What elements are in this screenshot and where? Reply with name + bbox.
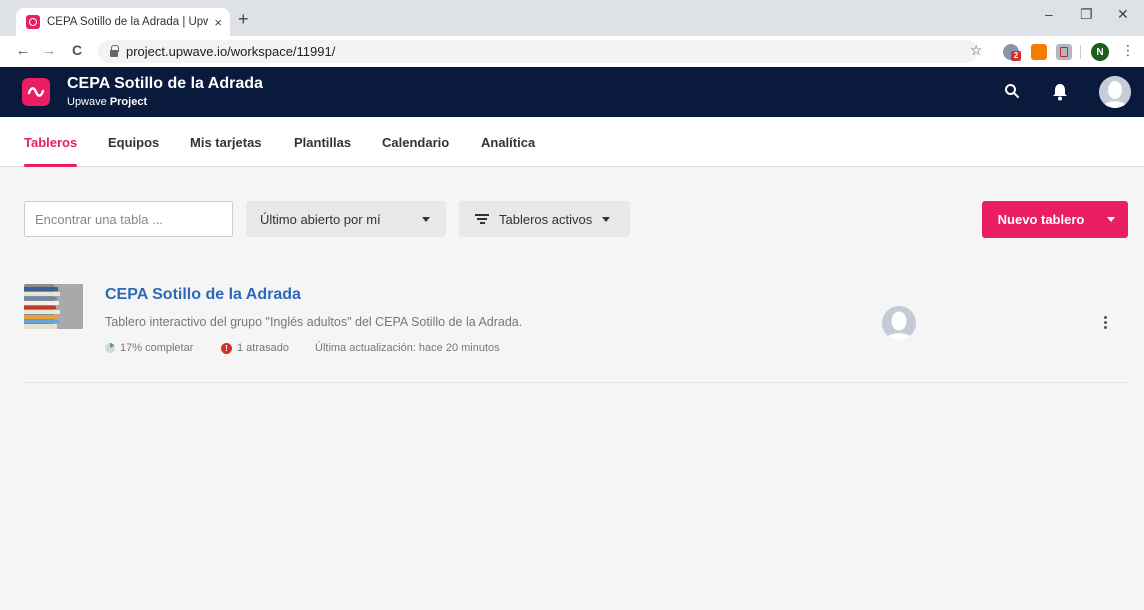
active-tab-indicator (24, 164, 77, 167)
new-tab-button[interactable]: + (238, 9, 249, 29)
sort-select-value: Último abierto por mí (260, 211, 381, 227)
toolbar-divider (1080, 45, 1081, 59)
progress-pie-icon (105, 343, 115, 353)
board-thumbnail[interactable] (24, 284, 83, 329)
tab-tableros[interactable]: Tableros (24, 135, 77, 150)
product-prefix: Upwave (67, 96, 107, 108)
progress-text: 17% completar (120, 342, 194, 354)
board-options-icon[interactable] (1104, 316, 1107, 329)
lock-icon (110, 44, 119, 57)
user-avatar[interactable] (1099, 76, 1131, 108)
board-title[interactable]: CEPA Sotillo de la Adrada (105, 286, 301, 304)
product-name: Upwave Project (67, 96, 147, 108)
filter-select[interactable]: Tableros activos (459, 201, 630, 237)
extension-badge: 2 (1011, 51, 1021, 61)
alert-icon: ! (221, 342, 232, 354)
chevron-down-icon (1107, 217, 1115, 222)
back-button[interactable]: ← (10, 42, 36, 59)
tab-close-icon[interactable]: × (214, 15, 222, 30)
chevron-down-icon (422, 216, 430, 222)
sort-select[interactable]: Último abierto por mí (246, 201, 446, 237)
browser-tab-title: CEPA Sotillo de la Adrada | Upwa (47, 16, 209, 28)
board-updated: Última actualización: hace 20 minutos (315, 342, 500, 354)
new-board-dropdown[interactable] (1094, 201, 1128, 238)
member-avatar[interactable] (882, 306, 916, 340)
browser-menu-icon[interactable]: ⋮ (1121, 42, 1135, 59)
pdf-extension-icon[interactable] (1056, 44, 1072, 60)
filter-select-value: Tableros activos (499, 211, 593, 227)
minimize-button[interactable]: – (1045, 6, 1053, 22)
extension-icon-orange[interactable] (1031, 44, 1047, 60)
board-description: Tablero interactivo del grupo "Inglés ad… (105, 315, 523, 329)
forward-button[interactable]: → (36, 42, 62, 59)
window-close-button[interactable]: ✕ (1117, 6, 1129, 23)
upwave-logo-icon[interactable] (22, 78, 50, 106)
main-nav: Tableros Equipos Mis tarjetas Plantillas… (0, 117, 1144, 167)
tab-calendario[interactable]: Calendario (382, 135, 449, 150)
new-board-label: Nuevo tablero (997, 212, 1085, 227)
filter-icon (475, 214, 489, 224)
restore-button[interactable]: ❐ (1080, 6, 1093, 23)
tab-equipos[interactable]: Equipos (108, 135, 159, 150)
reload-button[interactable]: C (64, 42, 90, 58)
upwave-favicon-icon (26, 15, 40, 29)
board-late-count: ! 1 atrasado (221, 342, 289, 354)
address-bar[interactable]: project.upwave.io/workspace/11991/ (98, 40, 978, 63)
board-progress: 17% completar (105, 342, 193, 354)
bookmark-star-icon[interactable]: ☆ (970, 42, 983, 59)
tab-plantillas[interactable]: Plantillas (294, 135, 351, 150)
search-icon[interactable] (1004, 83, 1020, 104)
chevron-down-icon (602, 216, 611, 222)
late-text: 1 atrasado (237, 342, 289, 354)
updated-text: Última actualización: hace 20 minutos (315, 342, 500, 354)
browser-toolbar: ← → C project.upwave.io/workspace/11991/… (0, 36, 1144, 67)
browser-tab[interactable]: CEPA Sotillo de la Adrada | Upwa × (16, 8, 230, 36)
product-suffix: Project (109, 96, 148, 108)
tab-analitica[interactable]: Analítica (481, 135, 535, 150)
bell-icon[interactable] (1052, 83, 1068, 106)
board-list-item[interactable]: CEPA Sotillo de la Adrada Tablero intera… (24, 272, 1128, 383)
tab-mis-tarjetas[interactable]: Mis tarjetas (190, 135, 262, 150)
url-text: project.upwave.io/workspace/11991/ (126, 44, 336, 59)
board-search-input[interactable] (24, 201, 233, 237)
browser-tabstrip: CEPA Sotillo de la Adrada | Upwa × + – ❐… (0, 0, 1144, 36)
workspace-name: CEPA Sotillo de la Adrada (67, 75, 263, 92)
new-board-button[interactable]: Nuevo tablero (982, 201, 1128, 238)
profile-avatar[interactable]: N (1091, 43, 1109, 61)
extension-icon[interactable]: 2 (1003, 44, 1021, 61)
app-header: CEPA Sotillo de la Adrada Upwave Project (0, 67, 1144, 117)
